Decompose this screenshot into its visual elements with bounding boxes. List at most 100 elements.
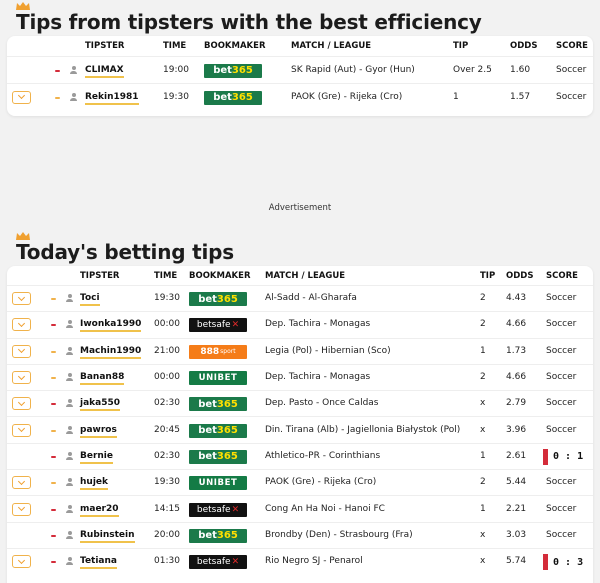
sport-label: Soccer (546, 345, 577, 356)
table-row: Banan88 00:00 UNIBET Dep. Tachira - Monagas… (7, 363, 593, 390)
match-league[interactable]: Dep. Tachira - Monagas (265, 372, 370, 382)
match-time: 21:00 (154, 345, 180, 356)
table-row: hujek 19:30 UNIBET PAOK (Gre) - Rijeka (Cro… (7, 469, 593, 495)
sport-label: Soccer (546, 477, 577, 488)
user-icon (66, 425, 73, 434)
bookmaker-logo[interactable]: 888 sport (189, 344, 247, 359)
sport-label: Soccer (546, 529, 577, 540)
match-league[interactable]: SK Rapid (Aut) - Gyor (Hun) (291, 65, 415, 75)
table-row: Toci 19:30 bet 365 Al-Sadd - Al-Gharafa 2 4.43… (7, 285, 593, 311)
table-header: TIPSTER TIME BOOKMAKER MATCH / LEAGUE TIP ODD… (7, 36, 593, 56)
odds-value: 1.60 (510, 64, 531, 75)
trend-down-icon (51, 534, 56, 537)
tipster-name[interactable]: CLIMAX (85, 65, 124, 78)
bookmaker-logo[interactable]: betsafe ✕ (189, 318, 247, 333)
chevron-down-icon (17, 319, 26, 327)
match-league[interactable]: Legia (Pol) - Hibernian (Sco) (265, 346, 391, 356)
column-header-tip: TIP (453, 41, 469, 51)
score-result: 0 : 3 (543, 554, 584, 571)
user-icon (66, 346, 73, 355)
tip-value: 2 (480, 293, 486, 304)
match-time: 19:30 (154, 477, 180, 488)
tipster-name[interactable]: Banan88 (80, 372, 125, 386)
match-league[interactable]: Al-Sadd - Al-Gharafa (265, 293, 357, 303)
follow-button[interactable] (12, 397, 31, 411)
tipster-name[interactable]: Bernie (80, 451, 113, 464)
tipster-name[interactable]: pawros (80, 425, 117, 438)
tipster-name[interactable]: Rekin1981 (85, 92, 139, 105)
trend-up-icon (51, 350, 56, 353)
follow-button[interactable] (12, 90, 31, 104)
tip-value: x (480, 424, 486, 435)
tipster-name[interactable]: Machin1990 (80, 346, 142, 359)
user-icon (66, 320, 73, 329)
match-league[interactable]: Athletico-PR - Corinthians (265, 451, 380, 461)
match-league[interactable]: PAOK (Gre) - Rijeka (Cro) (291, 92, 402, 102)
column-header-score: SCORE (556, 41, 588, 51)
match-time: 19:30 (154, 293, 180, 304)
tipster-name[interactable]: hujek (80, 477, 108, 491)
sport-label: Soccer (556, 91, 587, 102)
follow-button[interactable] (12, 502, 31, 516)
match-time: 19:30 (163, 91, 189, 102)
advertisement-label: Advertisement (268, 203, 332, 213)
bookmaker-logo[interactable]: bet 365 (189, 449, 247, 464)
bookmaker-logo[interactable]: betsafe ✕ (189, 502, 247, 517)
tipster-name[interactable]: Toci (80, 293, 100, 307)
follow-button[interactable] (12, 555, 31, 569)
match-time: 20:45 (154, 424, 180, 435)
crown-icon (16, 232, 30, 240)
follow-button[interactable] (12, 318, 31, 332)
column-header-tipster: TIPSTER (80, 270, 120, 281)
score-value: 0 : 3 (553, 556, 584, 568)
tipster-name[interactable]: maer20 (80, 504, 119, 517)
bookmaker-logo[interactable]: bet 365 (189, 292, 247, 307)
tipster-name[interactable]: Rubinstein (80, 530, 135, 543)
column-header-match: MATCH / LEAGUE (265, 270, 346, 281)
table-row: Rekin1981 19:30 bet 365 PAOK (Gre) - Rijeka … (7, 83, 593, 110)
bookmaker-logo[interactable]: bet 365 (189, 528, 247, 543)
tip-value: 2 (480, 319, 486, 330)
column-header-bookmaker: BOOKMAKER (189, 270, 251, 281)
section-title: Today's betting tips (16, 240, 234, 264)
match-league[interactable]: Rio Negro SJ - Penarol (265, 556, 363, 566)
tipster-name[interactable]: jaka550 (80, 398, 121, 412)
odds-value: 3.03 (506, 529, 527, 540)
bookmaker-logo[interactable]: betsafe ✕ (189, 555, 247, 570)
match-league[interactable]: Dep. Tachira - Monagas (265, 319, 370, 329)
match-time: 01:30 (154, 556, 180, 567)
match-league[interactable]: Dep. Pasto - Once Caldas (265, 398, 378, 408)
match-league[interactable]: Cong An Ha Noi - Hanoi FC (265, 504, 385, 514)
bookmaker-logo[interactable]: bet 365 (189, 423, 247, 438)
follow-button[interactable] (12, 476, 31, 490)
follow-button[interactable] (12, 344, 31, 358)
match-league[interactable]: Din. Tirana (Alb) - Jagiellonia Białysto… (265, 425, 460, 435)
odds-value: 4.43 (506, 293, 527, 304)
tipster-name[interactable]: Tetiana (80, 556, 117, 570)
sport-label: Soccer (546, 503, 577, 514)
trend-down-icon (55, 69, 60, 72)
score-bar (543, 554, 548, 571)
bookmaker-logo[interactable]: UNIBET (189, 476, 247, 491)
column-header-bookmaker: BOOKMAKER (204, 41, 266, 51)
match-league[interactable]: Brondby (Den) - Strasbourg (Fra) (265, 530, 413, 540)
follow-button[interactable] (12, 423, 31, 437)
follow-button[interactable] (12, 292, 31, 306)
sport-label: Soccer (546, 398, 577, 409)
match-time: 02:30 (154, 398, 180, 409)
odds-value: 1.57 (510, 91, 531, 102)
odds-value: 5.74 (506, 556, 527, 567)
trend-down-icon (51, 324, 56, 327)
bookmaker-logo[interactable]: bet 365 (189, 397, 247, 412)
bookmaker-logo[interactable]: UNIBET (189, 371, 247, 386)
match-time: 00:00 (154, 372, 180, 383)
user-icon (66, 557, 73, 566)
bookmaker-logo[interactable]: bet 365 (204, 63, 262, 78)
tipster-name[interactable]: Iwonka1990 (80, 319, 142, 333)
sport-label: Soccer (546, 293, 577, 304)
bookmaker-logo[interactable]: bet 365 (204, 90, 262, 105)
match-league[interactable]: PAOK (Gre) - Rijeka (Cro) (265, 477, 376, 487)
top-tips-table: TIPSTER TIME BOOKMAKER MATCH / LEAGUE TIP ODD… (7, 36, 593, 116)
follow-button[interactable] (12, 371, 31, 385)
table-row: pawros 20:45 bet 365 Din. Tirana (Alb) - Jag… (7, 416, 593, 442)
